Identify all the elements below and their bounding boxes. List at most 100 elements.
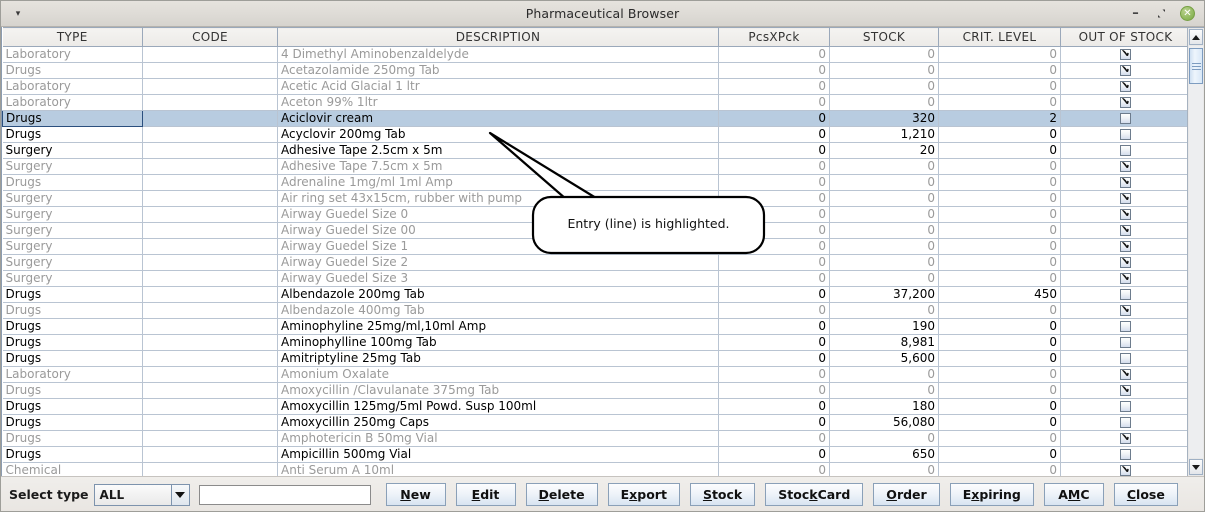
cell-description: Acetazolamide 250mg Tab [277,62,719,79]
column-header-crit-level[interactable]: CRIT. LEVEL [938,27,1061,47]
table-row[interactable]: Drugs Amoxycillin 125mg/5ml Powd. Susp 10… [2,398,1187,415]
cell-type: Drugs [2,286,143,303]
scroll-up-button[interactable] [1189,29,1203,45]
table-row[interactable]: Laboratory Amonium Oxalate 0 0 0 [2,366,1187,383]
table-row[interactable]: Surgery Airway Guedel Size 2000 [2,254,1187,271]
cell-pcsxpck: 0 [718,382,830,399]
order-button[interactable]: Order [873,483,940,506]
column-header-out-of-stock[interactable]: OUT OF STOCK [1060,27,1187,47]
search-input[interactable] [198,484,371,505]
table-row[interactable]: Laboratory 4 Dimethyl Aminobenzaldelyde 0 0… [2,46,1187,63]
cell-type: Laboratory [2,94,143,111]
button-mnemonic: k [809,487,818,502]
amc-button[interactable]: AMC [1043,483,1104,506]
vertical-scrollbar[interactable] [1187,27,1204,476]
table-row[interactable]: Surgery Adhesive Tape 7.5cm x 5m 0 0 0 [2,158,1187,175]
export-button[interactable]: Ex port [607,483,680,506]
cell-stock: 0 [829,94,939,111]
table-row[interactable]: Drugs Acetazolamide 250mg Tab 0 0 0 [2,62,1187,79]
checkbox-unchecked-icon[interactable] [1120,400,1131,412]
column-header-description[interactable]: DESCRIPTION [277,27,719,47]
chevron-down-icon[interactable] [170,484,189,505]
cell-code [142,334,278,351]
close-button[interactable]: Close [1113,483,1178,506]
minimize-icon[interactable]: – [1128,6,1143,21]
scrollbar-thumb[interactable] [1189,48,1203,84]
table-row[interactable]: Drugs Aminophylline 100mg Tab 0 8,981 0 [2,334,1187,351]
checkbox-unchecked-icon[interactable] [1120,336,1131,348]
table-row[interactable]: Drugs Acyclovir 200mg Tab 0 1,210 0 [2,126,1187,143]
stock-button[interactable]: Stock [689,483,756,506]
checkbox-unchecked-icon[interactable] [1120,320,1131,332]
checkbox-checked-icon[interactable] [1120,256,1131,268]
table-row[interactable]: Chemical Anti Serum A 10ml 0 0 0 [2,462,1187,476]
table-row[interactable]: Laboratory Aceton 99% 1ltr 0 0 0 [2,94,1187,111]
checkbox-unchecked-icon[interactable] [1120,128,1131,140]
table-row[interactable]: Surgery Airway Guedel Size 0000 [2,206,1187,223]
table-row[interactable]: Surgery Air ring set 43x15cm, rubber with… [2,190,1187,207]
column-header-pcsxpck[interactable]: PcsXPck [718,27,830,47]
checkbox-checked-icon[interactable] [1120,224,1131,236]
cell-description: Amoxycillin /Clavulanate 375mg Tab [277,382,719,399]
close-window-icon[interactable]: ✕ [1180,6,1195,21]
checkbox-checked-icon[interactable] [1120,64,1131,76]
table-row[interactable]: Laboratory Acetic Acid Glacial 1 ltr 0 0 0 [2,78,1187,95]
button-label-pre: Stoc [778,487,810,502]
new-button[interactable]: New [385,483,446,506]
cell-type: Surgery [2,190,143,207]
table-row[interactable]: Drugs Adrenaline 1mg/ml 1ml Amp 0 0 0 [2,174,1187,191]
cell-code [142,462,278,476]
checkbox-checked-icon[interactable] [1120,240,1131,252]
table-row[interactable]: Drugs Amoxycillin /Clavulanate 375mg Tab 0… [2,382,1187,399]
data-grid[interactable]: TYPE CODE DESCRIPTION PcsXPck STOCK CRIT… [2,27,1187,476]
table-row[interactable]: Surgery Airway Guedel Size 1000 [2,238,1187,255]
table-row[interactable]: Drugs Amphotericin B 50mg Vial 0 0 0 [2,430,1187,447]
checkbox-unchecked-icon[interactable] [1120,448,1131,460]
table-row[interactable]: Drugs Amoxycillin 250mg Caps 0 56,080 0 [2,414,1187,431]
select-type-dropdown[interactable]: ALL [93,483,190,506]
checkbox-checked-icon[interactable] [1120,384,1131,396]
table-row[interactable]: Drugs Aminophyline 25mg/ml,10ml Amp 0 190 0 [2,318,1187,335]
column-header-stock[interactable]: STOCK [829,27,939,47]
checkbox-unchecked-icon[interactable] [1120,416,1131,428]
checkbox-unchecked-icon[interactable] [1120,288,1131,300]
stockcard-button[interactable]: Stoc k Card [765,483,864,506]
window-menu-icon[interactable]: ▾ [1,8,35,19]
table-row[interactable]: Surgery Airway Guedel Size 00 0 0 0 [2,222,1187,239]
button-label-pre: E [962,487,972,502]
table-row[interactable]: Drugs Aciclovir cream 0 320 2 [2,110,1187,127]
column-header-type[interactable]: TYPE [2,27,143,47]
checkbox-checked-icon[interactable] [1120,464,1131,476]
table-row[interactable]: Drugs Amitriptyline 25mg Tab 0 5,600 0 [2,350,1187,367]
column-header-code[interactable]: CODE [142,27,278,47]
table-row[interactable]: Drugs Albendazole 400mg Tab 0 0 0 [2,302,1187,319]
checkbox-checked-icon[interactable] [1120,272,1131,284]
table-row[interactable]: Drugs Ampicillin 500mg Vial 0 650 0 [2,446,1187,463]
delete-button[interactable]: Delete [525,483,598,506]
expiring-button[interactable]: Ex piring [949,483,1034,506]
restore-icon[interactable] [1154,6,1169,21]
checkbox-checked-icon[interactable] [1120,176,1131,188]
checkbox-unchecked-icon[interactable] [1120,352,1131,364]
checkbox-checked-icon[interactable] [1120,48,1131,60]
table-row[interactable]: Surgery Adhesive Tape 2.5cm x 5m 0 20 0 [2,142,1187,159]
checkbox-unchecked-icon[interactable] [1120,144,1131,156]
checkbox-checked-icon[interactable] [1120,432,1131,444]
scroll-down-button[interactable] [1189,459,1203,475]
cell-out-of-stock [1060,78,1187,95]
checkbox-checked-icon[interactable] [1120,368,1131,380]
checkbox-checked-icon[interactable] [1120,208,1131,220]
checkbox-checked-icon[interactable] [1120,96,1131,108]
scrollbar-track[interactable] [1189,46,1203,458]
checkbox-checked-icon[interactable] [1120,80,1131,92]
checkbox-unchecked-icon[interactable] [1120,112,1131,124]
select-type-value: ALL [99,487,125,502]
button-label-post: rder [896,487,927,502]
checkbox-checked-icon[interactable] [1120,304,1131,316]
table-row[interactable]: Surgery Airway Guedel Size 3000 [2,270,1187,287]
checkbox-checked-icon[interactable] [1120,192,1131,204]
cell-code [142,350,278,367]
table-row[interactable]: Drugs Albendazole 200mg Tab 0 37,200 450 [2,286,1187,303]
checkbox-checked-icon[interactable] [1120,160,1131,172]
edit-button[interactable]: Edit [455,483,516,506]
